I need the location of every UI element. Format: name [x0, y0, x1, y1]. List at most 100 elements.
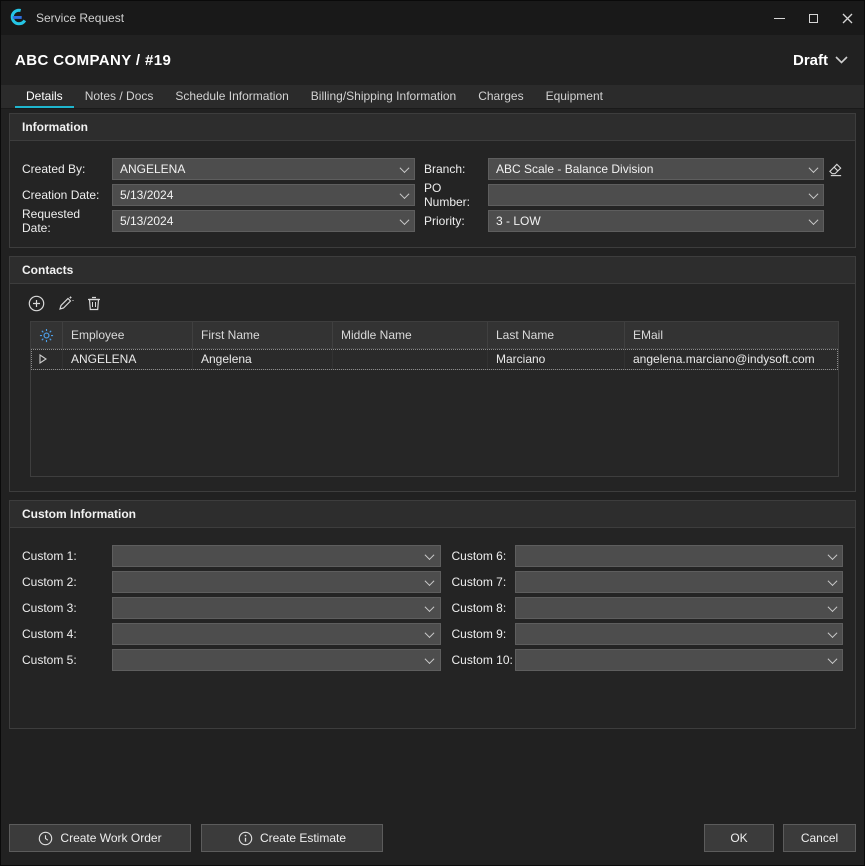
maximize-button[interactable]: [796, 1, 830, 35]
custom-5-select[interactable]: [112, 649, 441, 671]
custom-6-select[interactable]: [515, 545, 844, 567]
page-title: ABC COMPANY / #19: [15, 52, 171, 69]
creation-date-value: 5/13/2024: [113, 188, 394, 202]
created-by-label: Created By:: [22, 162, 112, 176]
row-expander[interactable]: [31, 349, 63, 369]
custom-6-label: Custom 6:: [447, 549, 515, 563]
priority-select[interactable]: 3 - LOW: [488, 210, 824, 232]
status-label: Draft: [793, 52, 828, 69]
expand-triangle-icon: [39, 354, 47, 364]
custom-3-label: Custom 3:: [22, 601, 112, 615]
tab-equipment[interactable]: Equipment: [535, 85, 614, 108]
add-contact-button[interactable]: [26, 293, 46, 313]
custom-8-select[interactable]: [515, 597, 844, 619]
custom-1-select[interactable]: [112, 545, 441, 567]
content: Information Created By: ANGELENA Branch:…: [1, 109, 864, 819]
pencil-wand-icon: [57, 295, 74, 312]
tab-bar: Details Notes / Docs Schedule Informatio…: [1, 85, 864, 109]
delete-contact-button[interactable]: [84, 293, 104, 313]
custom-8-label: Custom 8:: [447, 601, 515, 615]
info-icon: [238, 831, 253, 846]
column-header-email[interactable]: EMail: [625, 322, 838, 348]
grid-sun-icon: [39, 328, 54, 343]
grid-options-button[interactable]: [31, 322, 63, 348]
custom-information-panel: Custom Information Custom 1: Custom 6: C…: [9, 500, 856, 729]
custom-4-select[interactable]: [112, 623, 441, 645]
custom-2-label: Custom 2:: [22, 575, 112, 589]
contacts-table-header: Employee First Name Middle Name Last Nam…: [31, 322, 838, 349]
po-number-select[interactable]: [488, 184, 824, 206]
minimize-button[interactable]: [762, 1, 796, 35]
chevron-down-icon: [803, 159, 823, 179]
branch-value: ABC Scale - Balance Division: [489, 162, 803, 176]
contacts-panel: Contacts: [9, 256, 856, 492]
table-row[interactable]: ANGELENA Angelena Marciano angelena.marc…: [31, 349, 838, 370]
creation-date-label: Creation Date:: [22, 188, 112, 202]
requested-date-value: 5/13/2024: [113, 214, 394, 228]
priority-value: 3 - LOW: [489, 214, 803, 228]
tab-details[interactable]: Details: [15, 85, 74, 108]
custom-5-label: Custom 5:: [22, 653, 112, 667]
tab-schedule-information[interactable]: Schedule Information: [164, 85, 299, 108]
chevron-down-icon: [420, 572, 440, 592]
information-panel-title: Information: [10, 114, 855, 141]
service-request-window: Service Request ABC COMPANY / #19 Draft …: [0, 0, 865, 866]
requested-date-label: Requested Date:: [22, 207, 112, 235]
chevron-down-icon: [394, 159, 414, 179]
edit-contact-button[interactable]: [55, 293, 75, 313]
column-header-employee[interactable]: Employee: [63, 322, 193, 348]
chevron-down-icon: [420, 598, 440, 618]
chevron-down-icon: [420, 624, 440, 644]
cancel-button[interactable]: Cancel: [783, 824, 856, 852]
header: ABC COMPANY / #19 Draft: [1, 35, 864, 85]
custom-3-select[interactable]: [112, 597, 441, 619]
custom-2-select[interactable]: [112, 571, 441, 593]
chevron-down-icon: [394, 211, 414, 231]
create-work-order-button[interactable]: Create Work Order: [9, 824, 191, 852]
tab-notes-docs[interactable]: Notes / Docs: [74, 85, 165, 108]
custom-4-label: Custom 4:: [22, 627, 112, 641]
column-header-middle-name[interactable]: Middle Name: [333, 322, 488, 348]
custom-9-select[interactable]: [515, 623, 844, 645]
custom-1-label: Custom 1:: [22, 549, 112, 563]
column-header-first-name[interactable]: First Name: [193, 322, 333, 348]
status-dropdown[interactable]: Draft: [793, 52, 848, 69]
creation-date-select[interactable]: 5/13/2024: [112, 184, 415, 206]
contacts-toolbar: [10, 284, 855, 321]
window-title: Service Request: [36, 11, 124, 25]
maximize-icon: [809, 14, 818, 23]
chevron-down-icon: [822, 650, 842, 670]
close-button[interactable]: [830, 1, 864, 35]
cell-last-name: Marciano: [488, 349, 625, 369]
branch-select[interactable]: ABC Scale - Balance Division: [488, 158, 824, 180]
contacts-panel-title: Contacts: [10, 257, 855, 284]
custom-7-label: Custom 7:: [447, 575, 515, 589]
custom-10-select[interactable]: [515, 649, 844, 671]
created-by-select[interactable]: ANGELENA: [112, 158, 415, 180]
grid-empty-area: [31, 370, 838, 476]
footer: Create Work Order Create Estimate OK Can…: [1, 819, 864, 865]
custom-7-select[interactable]: [515, 571, 844, 593]
minimize-icon: [774, 18, 785, 19]
information-panel: Information Created By: ANGELENA Branch:…: [9, 113, 856, 248]
custom-9-label: Custom 9:: [447, 627, 515, 641]
tab-charges[interactable]: Charges: [467, 85, 534, 108]
tab-billing-shipping-information[interactable]: Billing/Shipping Information: [300, 85, 467, 108]
chevron-down-icon: [420, 650, 440, 670]
trash-icon: [86, 295, 102, 312]
column-header-last-name[interactable]: Last Name: [488, 322, 625, 348]
ok-button[interactable]: OK: [704, 824, 774, 852]
cell-first-name: Angelena: [193, 349, 333, 369]
chevron-down-icon: [822, 624, 842, 644]
contacts-table: Employee First Name Middle Name Last Nam…: [30, 321, 839, 477]
create-estimate-button[interactable]: Create Estimate: [201, 824, 383, 852]
po-number-label: PO Number:: [424, 181, 488, 209]
plus-circle-icon: [28, 295, 45, 312]
titlebar: Service Request: [1, 1, 864, 35]
requested-date-select[interactable]: 5/13/2024: [112, 210, 415, 232]
eraser-icon[interactable]: [828, 162, 843, 177]
chevron-down-icon: [803, 185, 823, 205]
custom-panel-title: Custom Information: [10, 501, 855, 528]
chevron-down-icon: [803, 211, 823, 231]
created-by-value: ANGELENA: [113, 162, 394, 176]
